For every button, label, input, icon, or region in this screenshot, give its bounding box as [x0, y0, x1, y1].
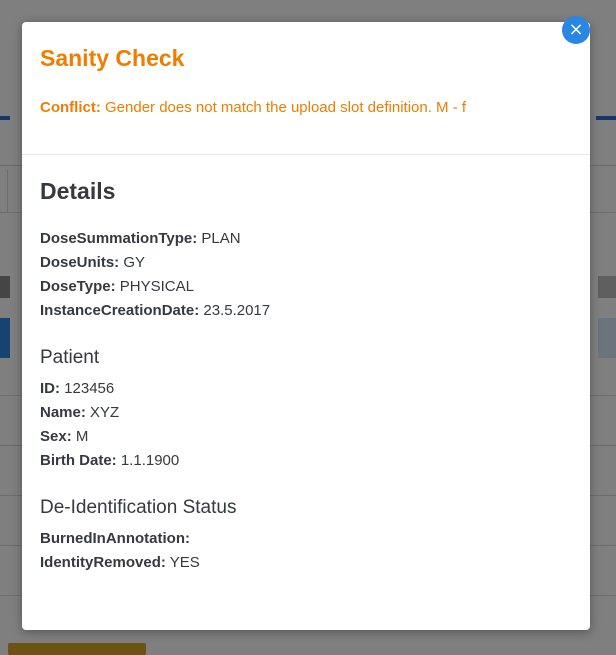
field-value: GY — [123, 254, 146, 271]
field-value: 23.5.2017 — [203, 302, 271, 319]
details-title: Details — [40, 178, 116, 204]
field-key: Sex: — [40, 428, 72, 445]
patient-section-title: Patient — [40, 347, 100, 368]
field-value: PHYSICAL — [119, 278, 194, 295]
field-key: ID: — [40, 380, 60, 397]
field-key: Name: — [40, 404, 86, 421]
field-key: BurnedInAnnotation: — [40, 530, 190, 547]
field-value: 1.1.1900 — [120, 452, 180, 469]
field-patient-name: Name: XYZ — [40, 401, 572, 425]
field-key: InstanceCreationDate: — [40, 302, 200, 319]
deidentification-section-title: De-Identification Status — [40, 497, 237, 518]
details-fields: DoseSummationType: PLAN DoseUnits: GY Do… — [40, 227, 572, 323]
field-key: DoseType: — [40, 278, 116, 295]
field-value: 123456 — [64, 380, 115, 397]
close-icon: × — [568, 19, 584, 40]
sanity-check-dialog: × Sanity Check Conflict: Gender does not… — [22, 16, 590, 630]
field-identity-removed: IdentityRemoved: YES — [40, 551, 572, 575]
conflict-text: Gender does not match the upload slot de… — [105, 99, 467, 116]
field-key: DoseSummationType: — [40, 230, 198, 247]
field-key: DoseUnits: — [40, 254, 120, 271]
field-patient-id: ID: 123456 — [40, 377, 572, 401]
field-key: IdentityRemoved: — [40, 554, 166, 571]
field-patient-birth-date: Birth Date: 1.1.1900 — [40, 449, 572, 473]
field-key: Birth Date: — [40, 452, 117, 469]
conflict-message: Conflict: Gender does not match the uplo… — [40, 97, 572, 119]
details-section: Details DoseSummationType: PLAN DoseUnit… — [22, 155, 590, 575]
field-value: XYZ — [90, 404, 120, 421]
deidentification-fields: BurnedInAnnotation: IdentityRemoved: YES — [40, 527, 572, 575]
sanity-check-section: Sanity Check Conflict: Gender does not m… — [22, 22, 590, 155]
field-instance-creation-date: InstanceCreationDate: 23.5.2017 — [40, 299, 572, 323]
field-dose-summation-type: DoseSummationType: PLAN — [40, 227, 572, 251]
field-burned-in-annotation: BurnedInAnnotation: — [40, 527, 572, 551]
field-dose-type: DoseType: PHYSICAL — [40, 275, 572, 299]
sanity-check-title: Sanity Check — [40, 45, 185, 71]
field-dose-units: DoseUnits: GY — [40, 251, 572, 275]
close-button[interactable]: × — [562, 16, 590, 44]
patient-fields: ID: 123456 Name: XYZ Sex: M Birth Date: … — [40, 377, 572, 473]
field-value: PLAN — [201, 230, 241, 247]
field-value: M — [75, 428, 89, 445]
field-value: YES — [169, 554, 200, 571]
field-patient-sex: Sex: M — [40, 425, 572, 449]
conflict-label: Conflict: — [40, 99, 101, 116]
